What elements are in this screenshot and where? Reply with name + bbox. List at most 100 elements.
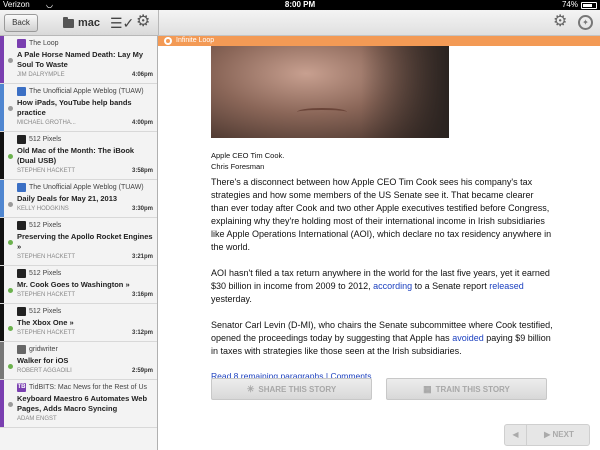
folder-title: mac	[78, 17, 101, 29]
story-meta: STEPHEN HACKETT 3:58pm	[17, 167, 153, 176]
according-link[interactable]: according	[373, 281, 412, 291]
story-title: Walker for iOS	[17, 356, 69, 365]
unread-dot-icon	[8, 326, 13, 331]
feed-favicon-icon	[17, 86, 26, 96]
unread-dot-icon	[8, 402, 13, 407]
feed-color-stripe	[0, 266, 4, 303]
story-time: 4:00pm	[131, 120, 153, 126]
story-feed: 512 Pixels	[17, 220, 153, 232]
paragraph-2: AOI hasn't filed a tax return anywhere i…	[211, 268, 550, 304]
feed-color-stripe	[0, 380, 4, 427]
feed-header: Infinite Loop	[158, 36, 600, 46]
story-meta: STEPHEN HACKETT 3:12pm	[17, 329, 153, 338]
story-author: STEPHEN HACKETT	[17, 292, 76, 298]
story-row[interactable]: 512 Pixels Old Mac of the Month: The iBoo…	[0, 132, 157, 180]
story-meta: MICHAEL GROTHA... 4:00pm	[17, 119, 153, 128]
story-meta: STEPHEN HACKETT 3:21pm	[17, 253, 153, 262]
train-story-button[interactable]: ▦ TRAIN THIS STORY	[386, 378, 547, 400]
story-row[interactable]: 512 Pixels Preserving the Apollo Rocket E…	[0, 218, 157, 266]
next-arrow-icon: ▶	[544, 430, 551, 439]
back-button[interactable]: Back	[4, 14, 38, 32]
story-meta: STEPHEN HACKETT 3:16pm	[17, 291, 153, 300]
feed-favicon-icon	[17, 134, 26, 144]
story-row[interactable]: The Unofficial Apple Weblog (TUAW) How iP…	[0, 84, 157, 132]
story-meta: ROBERT AGGAOILI 2:59pm	[17, 367, 153, 376]
unread-dot-icon	[8, 106, 13, 111]
story-title: A Pale Horse Named Death: Lay My Soul To…	[17, 50, 144, 69]
avoided-link[interactable]: avoided	[452, 333, 484, 343]
story-author: ADAM ENGST	[17, 416, 57, 422]
share-icon: ✳	[246, 384, 255, 394]
clock: 8:00 PM	[284, 0, 316, 9]
story-settings-gear-icon[interactable]: ⚙	[553, 14, 567, 30]
feed-color-stripe	[0, 342, 4, 379]
unread-dot-icon	[8, 240, 13, 245]
list-toolbar: Back mac ☰✓ ⚙	[0, 10, 158, 36]
folder-icon	[63, 17, 74, 28]
story-author: MICHAEL GROTHA...	[17, 120, 76, 126]
app-window: Verizon ◡ 8:00 PM 74% Back mac ☰✓ ⚙ ⚙ ✦ …	[0, 0, 600, 450]
feed-favicon-icon: TB	[17, 382, 26, 392]
story-time: 3:12pm	[131, 330, 153, 336]
feed-favicon-icon	[17, 268, 26, 278]
mark-all-read-icon[interactable]: ☰✓	[110, 16, 134, 30]
story-meta: ADAM ENGST	[17, 415, 153, 424]
story-author: STEPHEN HACKETT	[17, 330, 76, 336]
story-time: 3:21pm	[131, 254, 153, 260]
story-list: The Loop A Pale Horse Named Death: Lay My…	[0, 36, 158, 450]
story-feed: The Unofficial Apple Weblog (TUAW)	[17, 182, 153, 194]
story-row[interactable]: The Loop A Pale Horse Named Death: Lay My…	[0, 36, 157, 84]
train-icon: ▦	[423, 384, 432, 394]
story-row[interactable]: gridwriter Walker for iOS ROBERT AGGAOILI 2…	[0, 342, 157, 380]
story-row[interactable]: The Unofficial Apple Weblog (TUAW) Daily …	[0, 180, 157, 218]
feed-icon	[164, 37, 172, 45]
story-time: 3:16pm	[131, 292, 153, 298]
paragraph-1: There's a disconnect between how Apple C…	[211, 177, 552, 252]
next-button[interactable]: ▶ NEXT	[528, 425, 590, 445]
battery-icon	[581, 2, 597, 9]
story-author: ROBERT AGGAOILI	[17, 368, 72, 374]
feed-color-stripe	[0, 180, 4, 217]
unread-dot-icon	[8, 202, 13, 207]
story-title: Daily Deals for May 21, 2013	[17, 194, 118, 203]
story-feed: gridwriter	[17, 344, 153, 356]
story-row[interactable]: TB TidBITS: Mac News for the Rest of Us Ke…	[0, 380, 157, 428]
battery-percent: 74%	[561, 0, 578, 9]
story-row[interactable]: 512 Pixels The Xbox One » STEPHEN HACKETT 3…	[0, 304, 157, 342]
story-title: Old Mac of the Month: The iBook (Dual US…	[17, 146, 135, 165]
story-title: Keyboard Maestro 6 Automates Web Pages, …	[17, 394, 148, 413]
status-bar: Verizon ◡ 8:00 PM 74%	[0, 0, 600, 10]
story-title: The Xbox One »	[17, 318, 74, 327]
story-author: STEPHEN HACKETT	[17, 254, 76, 260]
story-title: How iPads, YouTube help bands practice	[17, 98, 132, 117]
share-story-button[interactable]: ✳ SHARE THIS STORY	[211, 378, 372, 400]
story-toolbar: ⚙ ✦	[158, 10, 600, 36]
feed-favicon-icon	[17, 220, 26, 230]
unread-dot-icon	[8, 58, 13, 63]
released-link[interactable]: released	[489, 281, 524, 291]
compass-icon[interactable]: ✦	[578, 15, 593, 30]
unread-dot-icon	[8, 288, 13, 293]
story-feed: 512 Pixels	[17, 268, 153, 280]
feed-color-stripe	[0, 36, 4, 83]
article-body: Apple CEO Tim Cook. Chris Foresman There…	[211, 150, 553, 381]
story-meta: KELLY HODGKINS 3:30pm	[17, 205, 153, 214]
feed-favicon-icon	[17, 182, 26, 192]
feed-favicon-icon	[17, 344, 26, 354]
story-feed: The Unofficial Apple Weblog (TUAW)	[17, 86, 153, 98]
unread-dot-icon	[8, 364, 13, 369]
article-photo	[211, 46, 449, 138]
story-time: 3:58pm	[131, 168, 153, 174]
story-author: KELLY HODGKINS	[17, 206, 69, 212]
story-author: JIM DALRYMPLE	[17, 72, 65, 78]
story-feed: 512 Pixels	[17, 306, 153, 318]
feed-color-stripe	[0, 132, 4, 179]
story-row[interactable]: 512 Pixels Mr. Cook Goes to Washington » S…	[0, 266, 157, 304]
gear-icon[interactable]: ⚙	[136, 14, 150, 30]
story-time: 4:06pm	[131, 72, 153, 78]
feed-color-stripe	[0, 84, 4, 131]
previous-arrow-icon[interactable]: ◀	[505, 425, 527, 445]
story-title: Preserving the Apollo Rocket Engines »	[17, 232, 153, 251]
photo-credit: Chris Foresman	[211, 162, 265, 171]
story-author: STEPHEN HACKETT	[17, 168, 76, 174]
